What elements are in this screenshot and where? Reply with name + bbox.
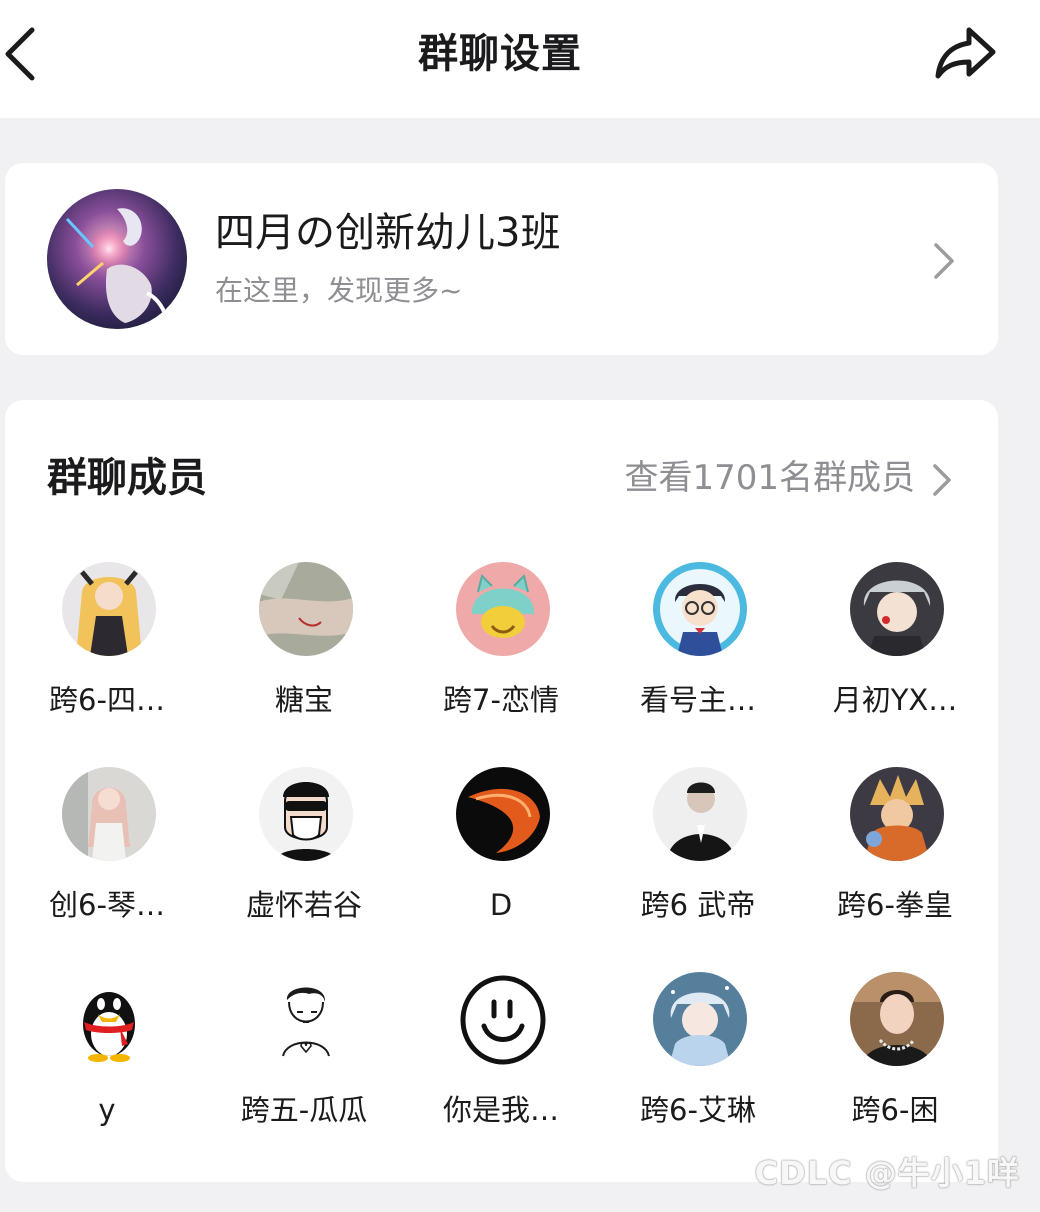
member-item[interactable]: 创6-琴… [12,767,202,957]
view-all-members-label: 查看1701名群成员 [624,458,915,498]
member-name: 糖宝 [274,683,333,717]
members-card: 群聊成员 查看1701名群成员 跨6-四… 糖宝 跨7-恋情 看号主… 月初YX… [5,400,998,1182]
member-avatar [259,767,353,861]
member-name: 跨6-拳皇 [837,888,953,922]
member-item[interactable]: 跨6-艾琳 [603,972,793,1162]
member-item[interactable]: 跨7-恋情 [406,562,596,752]
member-name: 虚怀若谷 [245,888,362,922]
qq-penguin-icon [62,972,156,1066]
member-item[interactable]: 你是我… [406,972,596,1162]
member-item[interactable]: 糖宝 [209,562,399,752]
member-avatar [456,562,550,656]
member-name: 跨6-困 [851,1093,939,1127]
member-item[interactable]: 跨6-困 [800,972,990,1162]
member-name: 创6-琴… [49,888,165,922]
chevron-right-icon [933,464,951,496]
top-bar: 群聊设置 [0,0,1040,118]
member-item[interactable]: 跨6-四… [12,562,202,752]
member-name: 跨6-艾琳 [640,1093,756,1127]
member-avatar [850,767,944,861]
share-button[interactable] [925,18,1005,88]
member-name: 看号主… [639,683,756,717]
view-all-members-link[interactable]: 查看1701名群成员 [595,450,965,506]
watermark: CDLC @牛小1咩 [754,1154,1020,1192]
group-name: 四月の创新幼儿3班 [215,210,561,256]
member-item[interactable]: y [12,972,202,1162]
member-avatar [850,972,944,1066]
member-name: 跨五-瓜瓜 [240,1093,368,1127]
member-avatar [653,767,747,861]
member-item[interactable]: 月初YX… [800,562,990,752]
chevron-left-icon [5,27,35,81]
member-avatar [62,767,156,861]
member-name: 跨6 武帝 [640,888,756,922]
back-button[interactable] [0,18,60,88]
chevron-right-icon [934,243,954,279]
members-section-title: 群聊成员 [47,455,207,501]
member-item[interactable]: 跨6-拳皇 [800,767,990,957]
member-name: 月初YX… [832,683,958,717]
member-avatar [259,562,353,656]
member-avatar [62,972,156,1066]
member-avatar [62,562,156,656]
group-avatar [47,189,187,329]
page-title: 群聊设置 [418,31,582,77]
member-item[interactable]: 跨五-瓜瓜 [209,972,399,1162]
member-name: 你是我… [442,1093,559,1127]
member-name: 跨6-四… [49,683,165,717]
member-avatar [653,972,747,1066]
member-avatar [456,972,550,1066]
member-name: 跨7-恋情 [443,683,559,717]
member-name: y [98,1093,116,1127]
smiley-icon [456,972,550,1066]
member-item[interactable]: 看号主… [603,562,793,752]
member-item[interactable]: D [406,767,596,957]
share-arrow-icon [935,27,996,79]
member-item[interactable]: 跨6 武帝 [603,767,793,957]
member-avatar [456,767,550,861]
member-avatar [850,562,944,656]
member-name: D [489,888,513,922]
group-info-card[interactable]: 四月の创新幼儿3班 在这里，发现更多~ [5,163,998,355]
group-subtitle: 在这里，发现更多~ [215,274,463,307]
member-avatar [653,562,747,656]
member-item[interactable]: 虚怀若谷 [209,767,399,957]
member-avatar [259,972,353,1066]
